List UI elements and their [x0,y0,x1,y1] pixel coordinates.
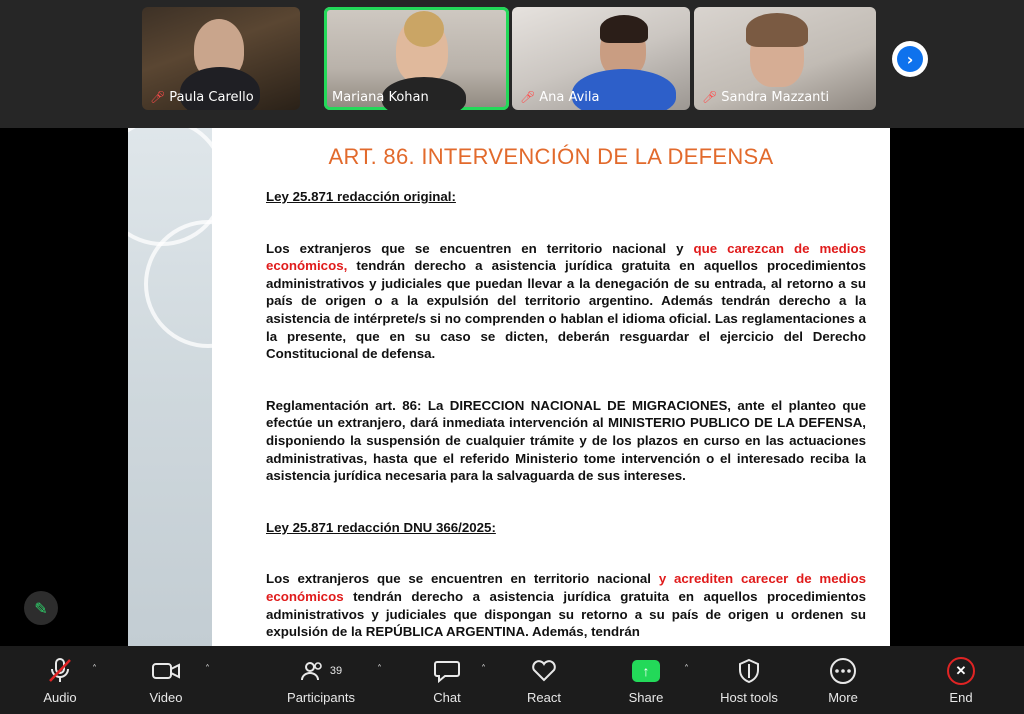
share-options-caret[interactable]: ˄ [684,664,689,675]
video-options-caret[interactable]: ˄ [205,664,210,675]
chat-icon [430,656,464,686]
meeting-toolbar: Audio ˄ Video ˄ 39 Participants ˄ Chat ˄… [0,646,1024,714]
paragraph-original: Los extranjeros que se encuentren en ter… [266,240,866,362]
shared-screen: ART. 86. INTERVENCIÓN DE LA DEFENSA Ley … [0,128,1024,646]
decorative-ring [144,220,272,348]
slide-decoration [128,128,272,646]
chevron-right-icon: › [897,46,923,72]
participant-name: Mariana Kohan [332,90,429,105]
participant-tile[interactable]: 🎤︎ Paula Carello [142,7,300,110]
gallery-next-button[interactable]: › [892,41,928,77]
section-heading-dnu: Ley 25.871 redacción DNU 366/2025: [266,519,496,535]
participant-tile-active-speaker[interactable]: Mariana Kohan [324,7,509,110]
paragraph-dnu: Los extranjeros que se encuentren en ter… [266,571,866,640]
presentation-slide: ART. 86. INTERVENCIÓN DE LA DEFENSA Ley … [128,128,890,646]
participants-button[interactable]: 39 Participants [282,656,360,705]
heart-icon [524,656,564,686]
participants-count: 39 [329,665,343,677]
participant-name: 🎤︎ Ana Avila [520,90,600,105]
participant-name: 🎤︎ Paula Carello [150,90,254,105]
more-button[interactable]: More [822,656,864,705]
paragraph-reglamentacion: Reglamentación art. 86: La DIRECCION NAC… [266,397,866,484]
mic-muted-icon: 🎤︎ [702,90,718,104]
slide-title: ART. 86. INTERVENCIÓN DE LA DEFENSA [328,144,774,169]
share-button[interactable]: ↑ Share [626,656,666,705]
participants-icon: 39 [282,656,360,686]
mic-muted-icon [38,656,82,686]
mic-muted-icon: 🎤︎ [520,90,536,104]
mic-muted-icon: 🎤︎ [150,90,166,104]
video-button[interactable]: Video [144,656,188,705]
participants-options-caret[interactable]: ˄ [377,664,382,675]
section-heading-original: Ley 25.871 redacción original: [266,189,456,204]
pencil-icon: ✎ [34,598,48,618]
end-meeting-button[interactable]: ✕ End [944,656,978,705]
video-gallery: 🎤︎ Paula Carello Mariana Kohan 🎤︎ Ana Avil… [0,0,1024,128]
chat-options-caret[interactable]: ˄ [481,664,486,675]
audio-options-caret[interactable]: ˄ [92,664,97,675]
audio-button[interactable]: Audio [38,656,82,705]
react-button[interactable]: React [524,656,564,705]
participant-hair [404,11,444,47]
host-tools-button[interactable]: Host tools [714,656,784,705]
video-camera-icon [144,656,188,686]
slide-body: Ley 25.871 redacción original: Los extra… [266,188,866,641]
close-icon: ✕ [947,657,975,685]
shield-icon [714,656,784,686]
participant-hair [746,13,808,47]
participant-tile[interactable]: 🎤︎ Ana Avila [512,7,690,110]
chat-button[interactable]: Chat [430,656,464,705]
annotate-pencil-button[interactable]: ✎ [24,591,58,625]
more-dots-icon [822,656,864,686]
participant-tile[interactable]: 🎤︎ Sandra Mazzanti [694,7,876,110]
participant-hair [600,15,648,43]
participant-name: 🎤︎ Sandra Mazzanti [702,90,830,105]
share-arrow-icon: ↑ [632,660,660,682]
